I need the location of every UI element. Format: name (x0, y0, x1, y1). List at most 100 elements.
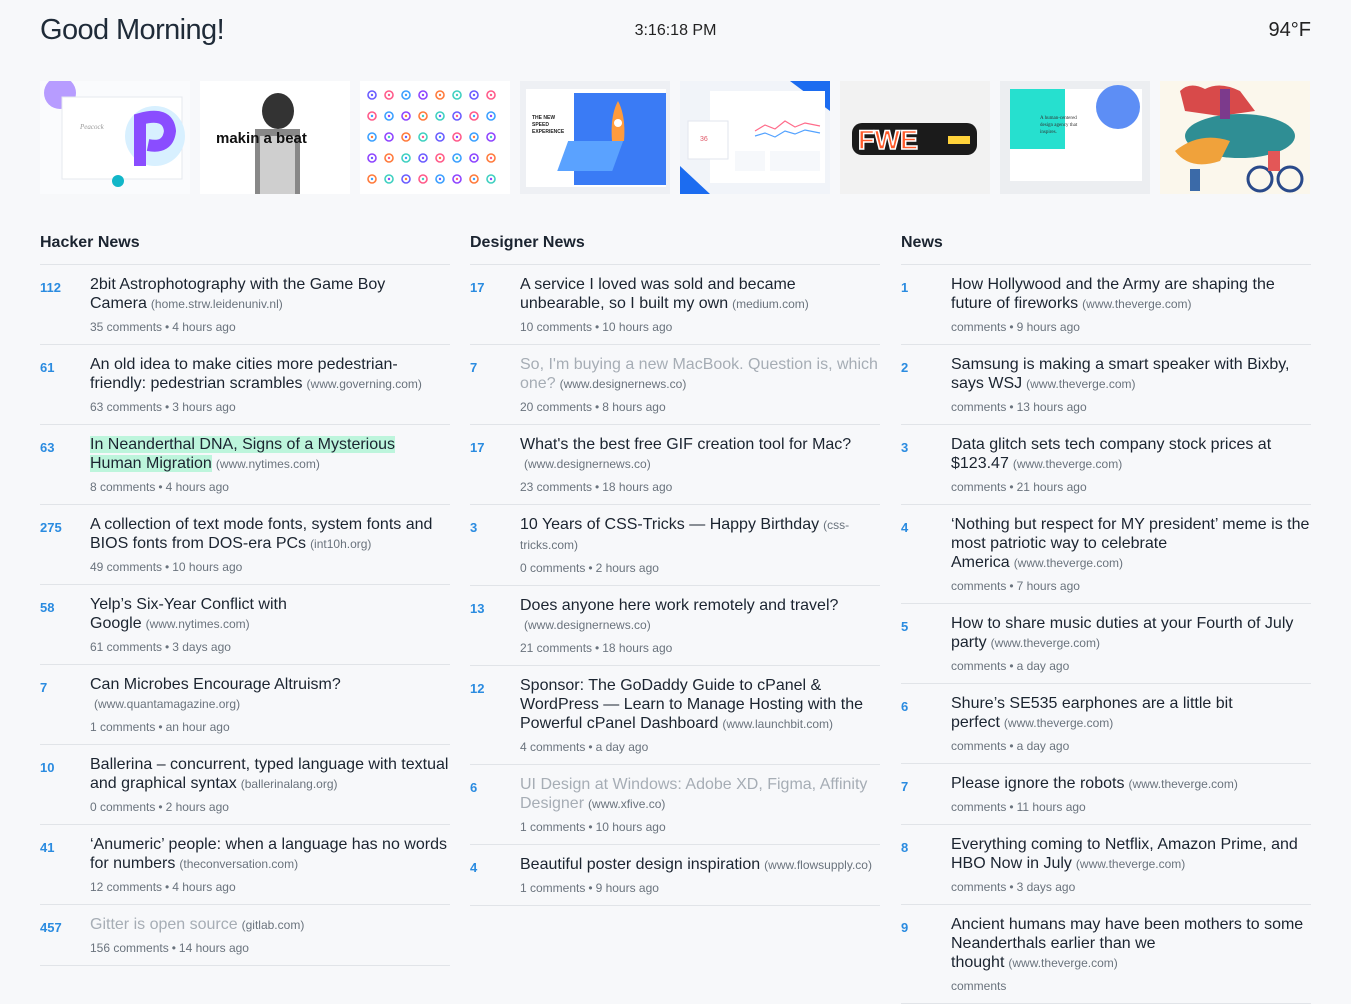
story-time: 4 hours ago (172, 880, 236, 894)
story-title-line: Samsung is making a smart speaker with B… (951, 355, 1311, 394)
story-meta: 8 comments • 4 hours ago (90, 480, 450, 494)
comments-link[interactable]: 20 comments (520, 400, 592, 414)
story-score: 4 (901, 520, 909, 535)
story-item: 58 Yelp’s Six-Year Conflict with Google (w… (40, 585, 450, 665)
story-title-line: Gitter is open source (gitlab.com) (90, 915, 450, 935)
svg-text:EXPERIENCE: EXPERIENCE (532, 129, 565, 135)
comments-link[interactable]: 156 comments (90, 941, 169, 955)
story-title-line: Yelp’s Six-Year Conflict with Google (www… (90, 595, 450, 634)
shot-thumbnail[interactable]: A human-centered design agency that insp… (1000, 81, 1150, 194)
comments-link[interactable]: comments (951, 659, 1006, 673)
story-score: 7 (901, 779, 909, 794)
story-title-link[interactable]: Ancient humans may have been mothers to … (951, 916, 1303, 971)
comments-link[interactable]: comments (951, 739, 1006, 753)
comments-link[interactable]: comments (951, 579, 1006, 593)
story-score: 7 (470, 360, 478, 375)
story-score: 2 (901, 360, 909, 375)
story-score: 6 (470, 780, 478, 795)
story-score: 1 (901, 280, 909, 295)
svg-text:SPEED: SPEED (532, 122, 549, 128)
comments-link[interactable]: 8 comments (90, 480, 155, 494)
separator-dot: • (1009, 739, 1014, 753)
story-score: 3 (470, 520, 478, 535)
story-meta: comments • 11 hours ago (951, 800, 1311, 814)
story-title-link[interactable]: UI Design at Windows: Adobe XD, Figma, A… (520, 776, 867, 812)
comments-link[interactable]: 1 comments (90, 720, 155, 734)
comments-link[interactable]: 61 comments (90, 640, 162, 654)
shot-thumbnail[interactable] (360, 81, 510, 194)
shot-thumbnail[interactable] (1160, 81, 1310, 194)
shot-caption: makin a beat (216, 130, 307, 147)
comments-link[interactable]: comments (951, 979, 1006, 993)
story-title-link[interactable]: 10 Years of CSS-Tricks — Happy Birthday (520, 516, 819, 533)
story-score: 17 (470, 280, 485, 295)
story-item: 6 Shure’s SE535 earphones are a little bi… (901, 684, 1311, 764)
comments-link[interactable]: 10 comments (520, 320, 592, 334)
story-meta: 156 comments • 14 hours ago (90, 941, 450, 955)
story-title-link[interactable]: Gitter is open source (90, 916, 238, 933)
story-title-link[interactable]: Please ignore the robots (951, 775, 1124, 792)
story-time: 3 days ago (172, 640, 231, 654)
story-title-link[interactable]: ‘Nothing but respect for MY president’ m… (951, 516, 1309, 571)
story-domain: (ballerinalang.org) (240, 777, 338, 791)
shot-caption: FWE (858, 125, 918, 155)
comments-link[interactable]: 0 comments (90, 800, 155, 814)
story-item: 63 In Neanderthal DNA, Signs of a Mysteri… (40, 425, 450, 505)
svg-text:Peacock: Peacock (79, 123, 105, 131)
story-title-link[interactable]: Does anyone here work remotely and trave… (520, 597, 838, 614)
story-title-line: So, I'm buying a new MacBook. Question i… (520, 355, 880, 394)
story-time: a day ago (1016, 659, 1070, 673)
shot-thumbnail[interactable]: 36 (680, 81, 830, 194)
comments-link[interactable]: 4 comments (520, 740, 585, 754)
story-item: 5 How to share music duties at your Fourt… (901, 604, 1311, 684)
separator-dot: • (588, 740, 593, 754)
news-column: Hacker News 112 2bit Astrophotography with… (40, 222, 450, 966)
story-domain: (int10h.org) (310, 537, 372, 551)
comments-link[interactable]: 1 comments (520, 820, 585, 834)
story-score: 12 (470, 681, 485, 696)
separator-dot: • (595, 400, 600, 414)
story-title-line: Data glitch sets tech company stock pric… (951, 435, 1311, 474)
story-title-link[interactable]: Beautiful poster design inspiration (520, 856, 760, 873)
story-meta: comments • 13 hours ago (951, 400, 1311, 414)
story-time: 11 hours ago (1016, 800, 1086, 814)
comments-link[interactable]: comments (951, 320, 1006, 334)
story-item: 41 ‘Anumeric’ people: when a language has… (40, 825, 450, 905)
story-meta: 0 comments • 2 hours ago (90, 800, 450, 814)
separator-dot: • (158, 720, 163, 734)
comments-link[interactable]: 1 comments (520, 881, 585, 895)
story-title-link[interactable]: Can Microbes Encourage Altruism? (90, 676, 341, 693)
comments-link[interactable]: 35 comments (90, 320, 162, 334)
comments-link[interactable]: 12 comments (90, 880, 162, 894)
comments-link[interactable]: comments (951, 400, 1006, 414)
story-item: 457 Gitter is open source (gitlab.com) 156 … (40, 905, 450, 966)
story-domain: (www.xfive.co) (588, 797, 666, 811)
comments-link[interactable]: 23 comments (520, 480, 592, 494)
comments-link[interactable]: comments (951, 880, 1006, 894)
news-column: News 1 How Hollywood and the Army are shap… (901, 222, 1311, 1004)
story-meta: 61 comments • 3 days ago (90, 640, 450, 654)
story-meta: 49 comments • 10 hours ago (90, 560, 450, 574)
story-score: 13 (470, 601, 485, 616)
shot-thumbnail[interactable]: Peacock (40, 81, 190, 194)
separator-dot: • (1009, 480, 1014, 494)
story-title-line: In Neanderthal DNA, Signs of a Mysteriou… (90, 435, 450, 474)
story-meta: comments • a day ago (951, 739, 1311, 753)
story-meta: 23 comments • 18 hours ago (520, 480, 880, 494)
shot-thumbnail[interactable]: FWE (840, 81, 990, 194)
comments-link[interactable]: 0 comments (520, 561, 585, 575)
story-domain: (www.theverge.com) (1003, 716, 1114, 730)
comments-link[interactable]: 63 comments (90, 400, 162, 414)
comments-link[interactable]: comments (951, 800, 1006, 814)
comments-link[interactable]: comments (951, 480, 1006, 494)
story-domain: (theconversation.com) (179, 857, 299, 871)
comments-link[interactable]: 21 comments (520, 641, 592, 655)
shot-thumbnail[interactable]: makin a beat (200, 81, 350, 194)
comments-link[interactable]: 49 comments (90, 560, 162, 574)
story-time: 18 hours ago (602, 641, 673, 655)
story-time: an hour ago (165, 720, 230, 734)
story-title-link[interactable]: What's the best free GIF creation tool f… (520, 436, 851, 453)
shot-thumbnail[interactable]: THE NEW SPEED EXPERIENCE (520, 81, 670, 194)
story-title-link[interactable]: A collection of text mode fonts, system … (90, 516, 432, 552)
story-domain: (www.theverge.com) (1128, 777, 1238, 791)
